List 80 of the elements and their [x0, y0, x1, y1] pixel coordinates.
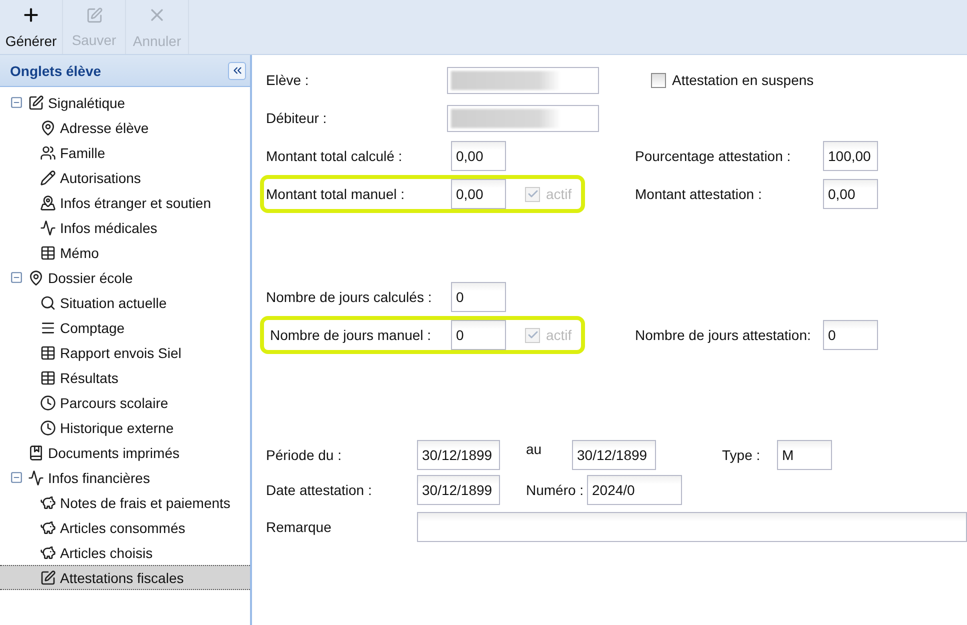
date-field[interactable]: 30/12/1899 [417, 440, 500, 470]
input-field[interactable]: 0 [451, 320, 506, 350]
tree-item[interactable]: Famille [0, 140, 250, 165]
input-field[interactable]: M [777, 440, 832, 470]
tree-item[interactable]: Dossier école [0, 265, 250, 290]
tree-item[interactable]: Adresse élève [0, 115, 250, 140]
table-icon [40, 244, 56, 260]
checkbox-icon [525, 186, 540, 202]
field-label: Débiteur : [265, 110, 328, 126]
input-field[interactable]: 0,00 [823, 179, 878, 209]
field-label: Elève : [265, 72, 310, 88]
field-label: Montant total manuel : [266, 186, 406, 202]
clock-icon [40, 420, 56, 436]
date-field[interactable]: 30/12/1899 [417, 475, 500, 505]
tree-item[interactable]: Mémo [0, 240, 250, 265]
field-label: Type : [721, 447, 762, 463]
checkbox-icon [651, 72, 666, 88]
collapse-icon[interactable] [10, 96, 24, 109]
map-pin-icon [28, 270, 44, 286]
clock-icon [40, 394, 56, 410]
input-field[interactable]: 2024/0 [587, 475, 682, 505]
input-field[interactable]: 100,00 [823, 140, 878, 170]
collapse-button[interactable] [228, 62, 246, 80]
tree-item[interactable]: Notes de frais et paiements [0, 490, 250, 515]
plus-icon [21, 5, 41, 25]
tree-item[interactable]: Signalétique [0, 90, 250, 115]
table-icon [40, 344, 56, 360]
collapse-icon[interactable] [10, 471, 24, 484]
pin-icon [40, 194, 56, 210]
field-label: Nombre de jours calculés : [266, 288, 433, 304]
tree-item[interactable]: Situation actuelle [0, 290, 250, 315]
piggy-bank-icon [40, 544, 56, 560]
lines-icon [40, 320, 56, 336]
toolbar-button[interactable]: Générer [0, 0, 63, 54]
input-field[interactable] [447, 66, 599, 94]
pencil-icon [40, 170, 56, 186]
tree-item[interactable]: Infos financières [0, 465, 250, 490]
input-field[interactable]: 0,00 [451, 140, 506, 170]
square-pen-icon [40, 570, 56, 586]
tree-item[interactable]: Articles consommés [0, 515, 250, 540]
sidebar-title: Onglets élève [10, 62, 102, 78]
field-label: Période du : [265, 447, 342, 463]
field-label: Montant attestation : [635, 186, 763, 202]
square-pen-icon [28, 94, 44, 110]
piggy-bank-icon [40, 494, 56, 510]
field-label: Nombre de jours attestation: [635, 327, 812, 343]
input-field[interactable]: 0 [823, 320, 878, 350]
field-label: Montant total calculé : [266, 148, 404, 164]
piggy-bank-icon [40, 520, 56, 536]
pulse-icon [28, 470, 44, 486]
checkbox-icon [525, 328, 540, 342]
map-pin-icon [40, 120, 56, 136]
tree-item[interactable]: Résultats [0, 365, 250, 390]
table-icon [40, 370, 56, 386]
collapse-icon[interactable] [10, 271, 24, 284]
field-label: Remarque [265, 519, 332, 535]
tree-item[interactable]: Historique externe [0, 415, 250, 440]
field-label: Numéro : [525, 482, 585, 498]
date-field[interactable]: 30/12/1899 [572, 440, 656, 470]
search-icon [40, 294, 56, 310]
tree-item[interactable]: Comptage [0, 315, 250, 340]
input-field[interactable]: 0,00 [451, 179, 506, 209]
book-icon [28, 444, 44, 460]
tree-item[interactable]: Documents imprimés [0, 440, 250, 465]
remark-field[interactable] [417, 512, 967, 542]
input-field[interactable]: 0 [451, 282, 506, 312]
tree-item[interactable]: Rapport envois Siel [0, 340, 250, 365]
field-label: Nombre de jours manuel : [269, 327, 432, 343]
tree-item[interactable]: Articles choisis [0, 540, 250, 565]
field-label: Pourcentage attestation : [635, 148, 792, 164]
field-label: au [525, 440, 543, 457]
tree-item[interactable]: Attestations fiscales [0, 565, 250, 590]
field-label: Date attestation : [265, 482, 373, 498]
tree-item[interactable]: Parcours scolaire [0, 390, 250, 415]
checkbox[interactable]: Attestation en suspens [651, 72, 814, 88]
tree-item[interactable]: Infos étranger et soutien [0, 190, 250, 215]
people-icon [40, 144, 56, 160]
tree-item[interactable]: Infos médicales [0, 215, 250, 240]
tree-item[interactable]: Autorisations [0, 165, 250, 190]
input-field[interactable] [447, 104, 599, 132]
